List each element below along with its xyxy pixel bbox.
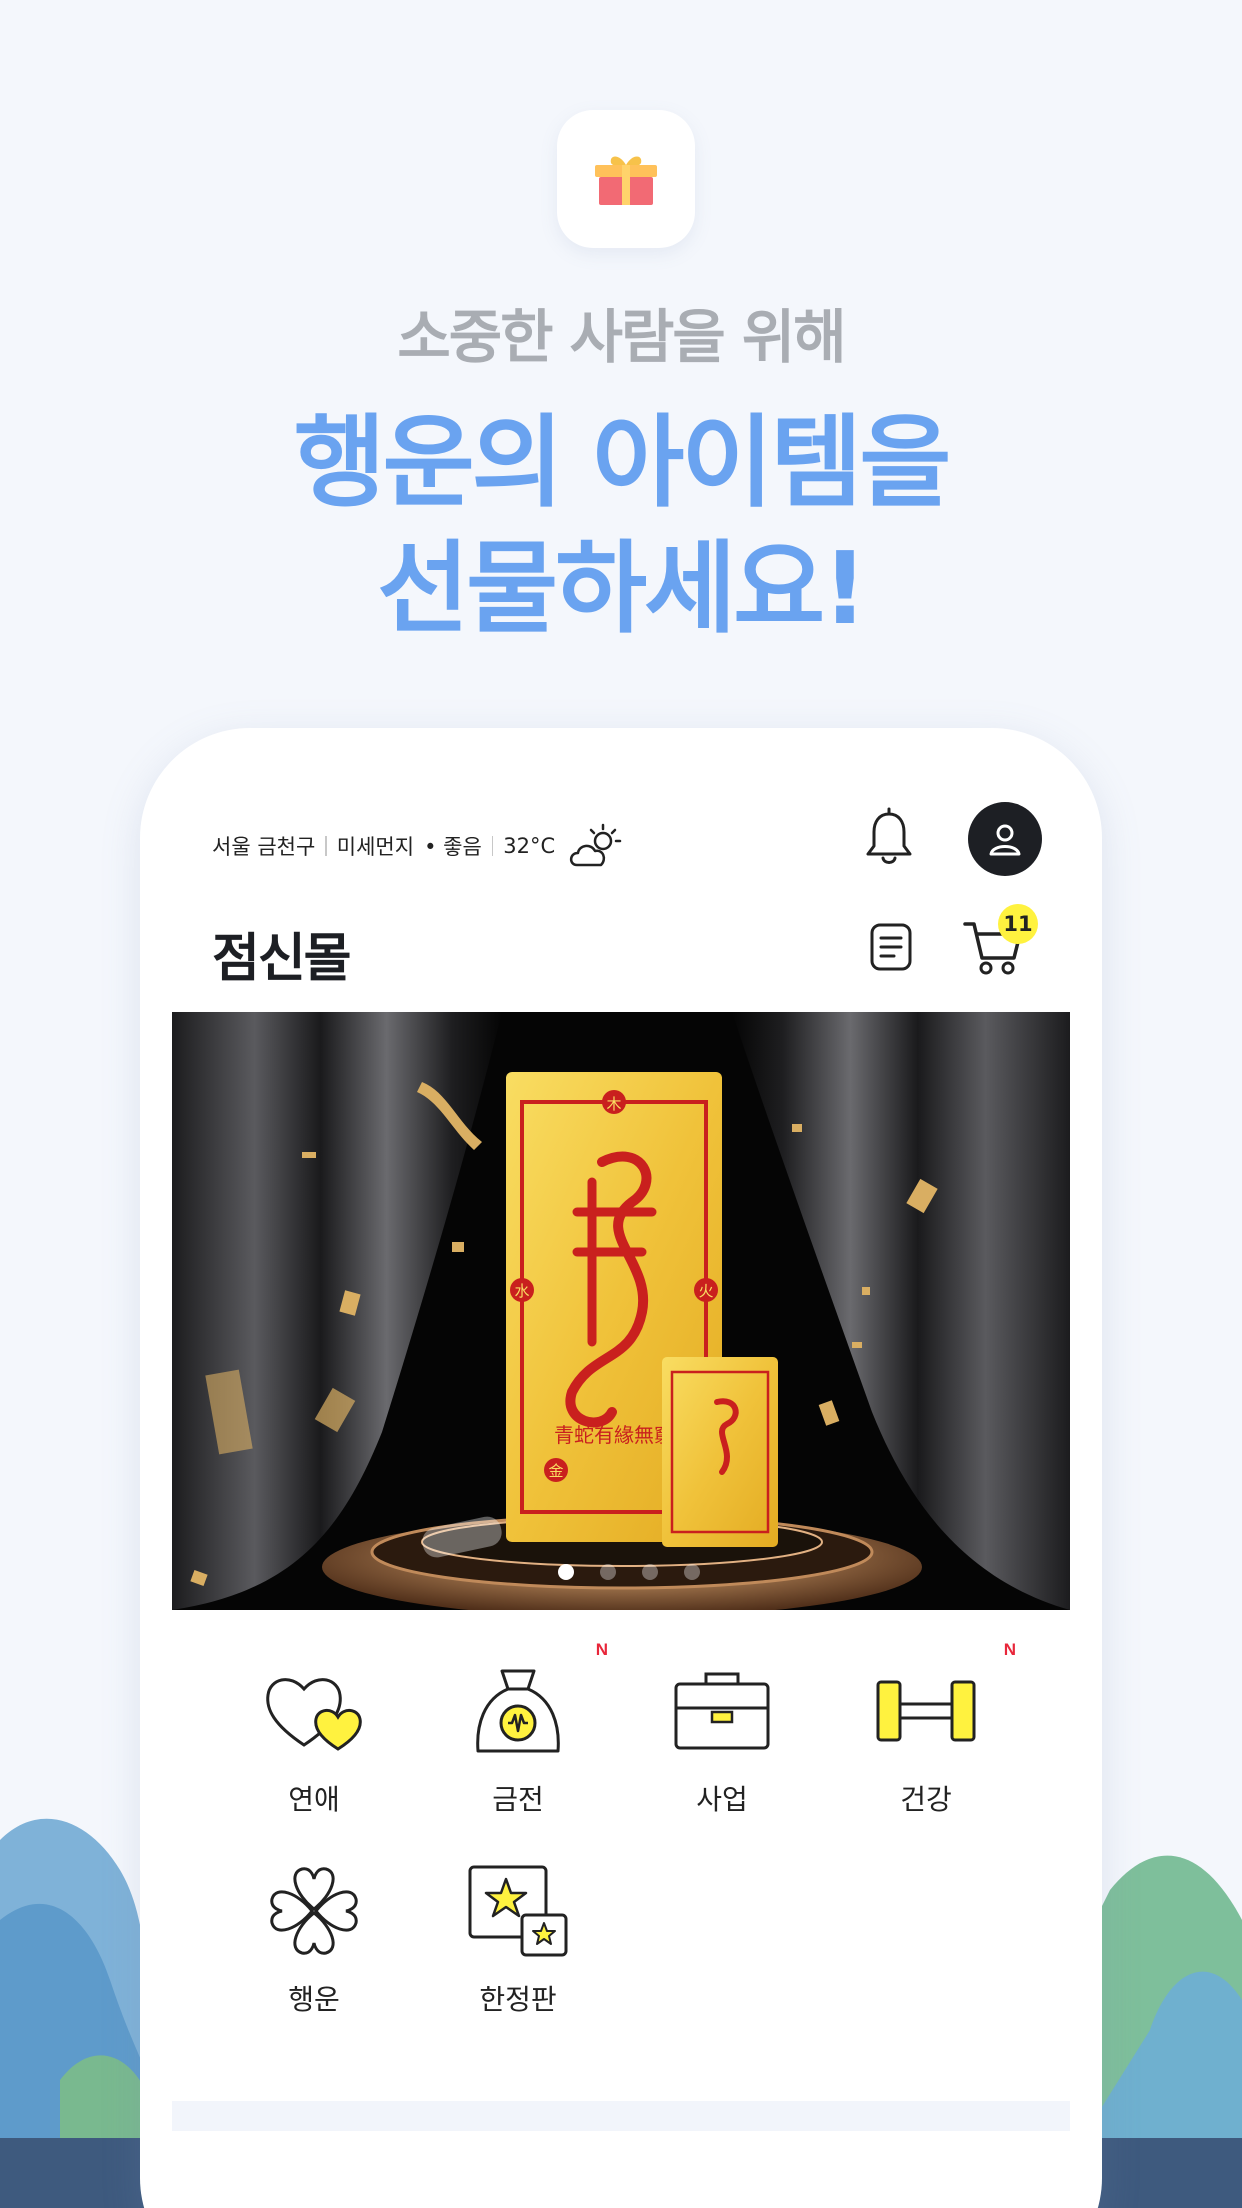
- promo-subtitle: 소중한 사람을 위해: [397, 303, 846, 371]
- carousel-dot[interactable]: [558, 1564, 574, 1580]
- category-limited[interactable]: 한정판: [438, 1856, 598, 2026]
- headline-line-2: 선물하세요!: [377, 530, 868, 647]
- dumbbell-icon: [876, 1680, 976, 1742]
- section-divider: [172, 2101, 1070, 2131]
- briefcase-icon: [674, 1672, 770, 1750]
- element-top: 木: [606, 1095, 621, 1113]
- new-badge: N: [595, 1640, 608, 1659]
- talisman-inscription: 青蛇有緣無窮: [554, 1423, 674, 1447]
- location-text[interactable]: 서울 금천구: [212, 831, 315, 861]
- carousel-dot[interactable]: [684, 1564, 700, 1580]
- category-label: 행운: [288, 1983, 340, 2016]
- carousel-dot[interactable]: [600, 1564, 616, 1580]
- banner-image: 青蛇有緣無窮 木 水 火 金: [172, 1012, 1070, 1610]
- air-quality: • 좋음: [424, 835, 482, 859]
- heart-icon: [266, 1678, 362, 1751]
- promo-headline: 행운의 아이템을 선물하세요!: [0, 400, 1242, 652]
- new-badge: N: [1003, 1640, 1016, 1659]
- partly-cloudy-icon: [570, 823, 622, 867]
- gift-icon: [595, 156, 657, 205]
- clover-icon: [270, 1867, 358, 1955]
- category-love[interactable]: 연애: [234, 1656, 394, 1826]
- bell-icon[interactable]: [862, 806, 916, 870]
- category-label: 건강: [900, 1783, 952, 1816]
- category-label: 금전: [492, 1783, 544, 1816]
- profile-button[interactable]: [968, 802, 1042, 876]
- element-right: 火: [698, 1282, 713, 1300]
- category-label: 사업: [696, 1783, 748, 1816]
- promo-banner[interactable]: 青蛇有緣無窮 木 水 火 金: [172, 1012, 1070, 1610]
- gift-app-icon: [557, 110, 695, 248]
- category-money[interactable]: N 금전: [438, 1640, 608, 1826]
- carousel-indicator[interactable]: [558, 1564, 700, 1580]
- carousel-dot[interactable]: [642, 1564, 658, 1580]
- cart-count-badge: 11: [998, 904, 1038, 944]
- category-business[interactable]: 사업: [642, 1656, 802, 1826]
- category-label: 한정판: [479, 1983, 557, 2016]
- user-icon: [989, 824, 1021, 856]
- limited-star-icon: [468, 1865, 568, 1957]
- headline-line-1: 행운의 아이템을: [293, 404, 952, 521]
- category-luck[interactable]: 행운: [234, 1856, 394, 2026]
- category-health[interactable]: N 건강: [846, 1640, 1016, 1826]
- element-bottom: 金: [548, 1462, 563, 1480]
- status-divider: [491, 836, 494, 856]
- money-bag-icon: [476, 1669, 560, 1753]
- phone-screen: 서울 금천구 미세먼지 • 좋음 32°C 점신몰 11 青蛇有緣無窮 木 水 …: [172, 756, 1070, 2208]
- category-grid: 연애 N 금전 사업 N 건강 행운 한정판: [172, 1640, 1070, 2116]
- status-divider: [325, 836, 327, 856]
- category-label: 연애: [288, 1783, 340, 1816]
- air-label: 미세먼지: [336, 835, 415, 859]
- order-list-icon[interactable]: [868, 922, 914, 972]
- temperature: 32°C: [503, 834, 556, 858]
- app-title: 점신몰: [212, 929, 352, 989]
- element-left: 水: [514, 1282, 529, 1300]
